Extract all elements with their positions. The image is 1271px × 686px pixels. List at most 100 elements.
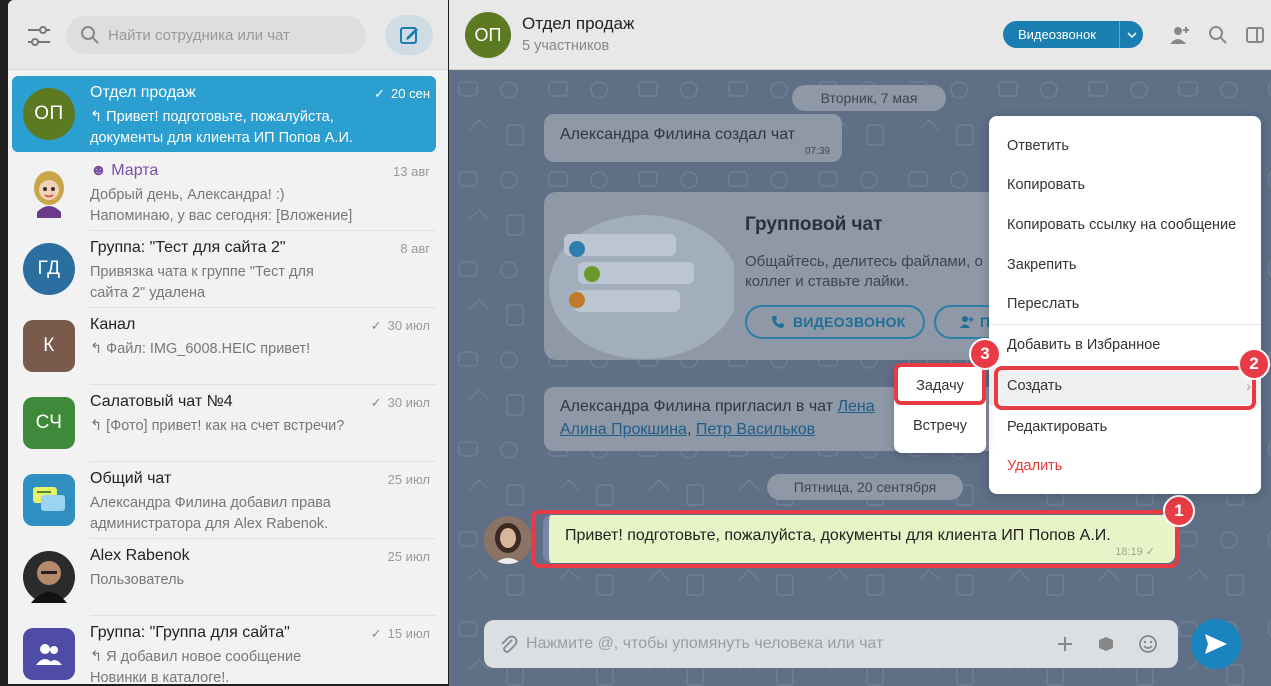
chat-title: Салатовый чат №4: [90, 393, 233, 410]
compose-button[interactable]: [385, 15, 433, 55]
sidebar: ОП Отдел продаж ✓20 сен ↰ Привет! подгот…: [8, 0, 448, 684]
system-message[interactable]: Александра Филина создал чат 07:39: [544, 114, 842, 162]
context-menu: Ответить Копировать Копировать ссылку на…: [989, 116, 1261, 494]
invite-line: Александра Филина пригласил в чат Лена: [560, 398, 875, 415]
members-count[interactable]: 5 участников: [522, 38, 609, 54]
user-link[interactable]: Алина Прокшина: [560, 421, 687, 438]
send-icon: [1205, 634, 1227, 654]
highlight-frame: [894, 363, 986, 405]
highlight-frame: [531, 510, 1179, 568]
chevron-down-icon[interactable]: [1119, 21, 1143, 48]
chat-window: ОП Отдел продаж 5 участников Видеозвонок…: [449, 0, 1271, 686]
system-message-text: Александра Филина создал чат: [560, 126, 796, 143]
avatar[interactable]: ОП: [465, 12, 511, 58]
invite-line: Алина Прокшина, Петр Васильков: [560, 421, 816, 438]
chat-date: ✓ 30 июл: [370, 318, 430, 333]
chat-date: 25 июл: [387, 549, 430, 564]
add-user-icon: [960, 316, 974, 328]
menu-item-favorite[interactable]: Добавить в Избранное: [989, 326, 1261, 364]
read-check-icon: ✓: [374, 86, 386, 101]
add-user-icon[interactable]: [1169, 24, 1191, 46]
menu-item-forward[interactable]: Переслать: [989, 285, 1261, 323]
card-video-call-button[interactable]: ВИДЕОЗВОНОК: [745, 305, 925, 339]
chat-preview: Добрый день, Александра! :): [90, 187, 285, 203]
bot-icon: ☻: [90, 162, 112, 179]
chat-preview: Напоминаю, у вас сегодня: [Вложение]: [90, 208, 353, 224]
list-item[interactable]: К Канал ✓ 30 июл ↰ Файл: IMG_6008.HEIC пр…: [12, 308, 436, 385]
chat-preview: документы для клиента ИП Попов А.И.: [90, 130, 353, 146]
avatar: К: [23, 320, 75, 372]
attach-icon[interactable]: [498, 634, 518, 654]
date-separator: Вторник, 7 мая: [792, 85, 946, 111]
card-title: Групповой чат: [745, 214, 883, 235]
search-box: [66, 16, 366, 54]
chat-date: ✓ 30 июл: [370, 395, 430, 410]
chat-title[interactable]: Отдел продаж: [522, 14, 634, 34]
plus-icon[interactable]: [1056, 635, 1074, 653]
avatar: ГД: [23, 243, 75, 295]
chat-title: Канал: [90, 316, 136, 333]
search-icon: [80, 25, 100, 45]
video-call-button[interactable]: Видеозвонок: [1003, 21, 1143, 48]
avatar: ОП: [23, 88, 75, 140]
list-item[interactable]: Alex Rabenok 25 июл Пользователь: [12, 539, 436, 616]
search-input[interactable]: [108, 16, 358, 54]
date-separator: Пятница, 20 сентября: [767, 474, 963, 500]
chat-preview: ↰ Файл: IMG_6008.HEIC привет!: [90, 341, 311, 357]
card-text: Общайтесь, делитесь файлами, о коллег и с…: [745, 253, 983, 290]
chat-bubbles-icon: [23, 474, 75, 526]
panel-icon[interactable]: [1244, 24, 1266, 46]
chat-date: ✓ 20 сен: [374, 86, 430, 101]
chat-illustration: [549, 215, 734, 359]
chat-date: 25 июл: [387, 472, 430, 487]
chat-preview: ↰ Привет! подготовьте, пожалуйста,: [90, 109, 334, 125]
chat-preview: Привязка чата к группе "Тест для: [90, 264, 314, 280]
message-input[interactable]: [526, 620, 1056, 668]
search-icon[interactable]: [1207, 24, 1229, 46]
chat-title: Группа: "Тест для сайта 2": [90, 239, 286, 256]
chat-preview: ↰ Я добавил новое сообщение: [90, 649, 302, 665]
read-check-icon: ✓: [370, 318, 382, 333]
chat-date: ✓ 15 июл: [370, 626, 430, 641]
chat-preview: Александра Филина добавил права: [90, 495, 331, 511]
sidebar-toolbar: [8, 0, 448, 70]
chat-header: ОП Отдел продаж 5 участников Видеозвонок: [449, 0, 1271, 70]
chat-title: Отдел продаж: [90, 84, 196, 101]
step-badge: 1: [1163, 495, 1195, 527]
menu-item-copy-link[interactable]: Копировать ссылку на сообщение: [989, 206, 1261, 244]
bot-avatar: [23, 166, 75, 218]
read-check-icon: ✓: [370, 395, 382, 410]
group-chat-card: Групповой чат Общайтесь, делитесь файлам…: [544, 192, 1014, 360]
chat-title: ☻ Марта: [90, 162, 159, 179]
list-item[interactable]: Общий чат 25 июл Александра Филина добав…: [12, 462, 436, 539]
chat-date: 13 авг: [393, 164, 430, 179]
edit-icon: [400, 27, 418, 44]
chat-preview: администратора для Alex Rabenok.: [90, 516, 329, 532]
user-link[interactable]: Лена: [838, 398, 875, 415]
box-icon[interactable]: [1097, 635, 1115, 653]
sliders-icon[interactable]: [26, 24, 52, 48]
message-time: 07:39: [804, 146, 830, 157]
group-icon: [23, 628, 75, 680]
list-item[interactable]: Группа: "Группа для сайта" ✓ 15 июл ↰ Я д…: [12, 616, 436, 684]
send-button[interactable]: [1191, 619, 1241, 669]
menu-item-pin[interactable]: Закрепить: [989, 246, 1261, 284]
user-photo-avatar: [23, 551, 75, 603]
list-item[interactable]: СЧ Салатовый чат №4 ✓ 30 июл ↰ [Фото] при…: [12, 385, 436, 462]
highlight-frame: [994, 366, 1256, 410]
avatar: СЧ: [23, 397, 75, 449]
menu-item-edit[interactable]: Редактировать: [989, 408, 1261, 446]
menu-item-reply[interactable]: Ответить: [989, 127, 1261, 165]
chat-title: Группа: "Группа для сайта": [90, 624, 290, 641]
smile-icon[interactable]: [1138, 634, 1158, 654]
avatar[interactable]: [484, 516, 532, 564]
menu-item-delete[interactable]: Удалить: [989, 447, 1261, 485]
menu-item-copy[interactable]: Копировать: [989, 166, 1261, 204]
chat-date: 8 авг: [400, 241, 430, 256]
user-link[interactable]: Петр Васильков: [696, 421, 815, 438]
list-item[interactable]: ГД Группа: "Тест для сайта 2" 8 авг Прив…: [12, 231, 436, 308]
list-item[interactable]: ОП Отдел продаж ✓ 20 сен ↰ Привет! подгот…: [12, 76, 436, 152]
submenu-item-meeting[interactable]: Встречу: [894, 406, 986, 446]
phone-icon: [772, 316, 784, 328]
list-item[interactable]: ☻ Марта 13 авг Добрый день, Александра! …: [12, 154, 436, 231]
